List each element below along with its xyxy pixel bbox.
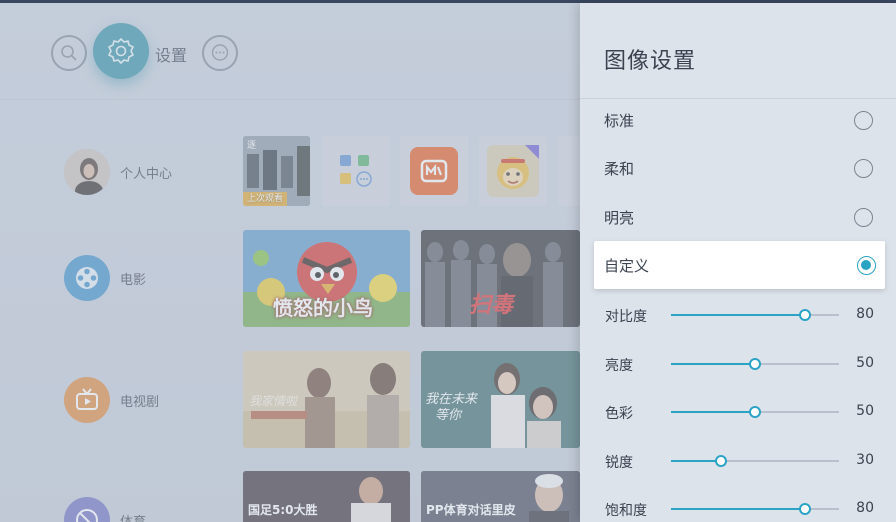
slider-fill bbox=[671, 411, 755, 413]
slider-label: 对比度 bbox=[605, 309, 647, 325]
slider-fill bbox=[671, 363, 755, 365]
slider-fill bbox=[671, 460, 722, 462]
picture-settings-panel: 图像设置 标准 柔和 明亮 自定义 对比度 80 亮度 50 色彩 50 锐度 … bbox=[580, 3, 896, 522]
mode-option-label: 标准 bbox=[604, 111, 635, 130]
dim-overlay bbox=[0, 3, 580, 522]
slider-value: 50 bbox=[856, 355, 874, 371]
slider-knob[interactable] bbox=[715, 455, 728, 467]
slider-value: 80 bbox=[856, 306, 874, 322]
slider-track[interactable] bbox=[671, 406, 839, 418]
radio-button[interactable] bbox=[854, 207, 873, 227]
radio-button[interactable] bbox=[854, 158, 873, 178]
mode-option-label: 柔和 bbox=[604, 159, 635, 178]
slider-knob[interactable] bbox=[799, 309, 812, 321]
slider-value: 80 bbox=[856, 500, 874, 516]
mode-option-soft[interactable]: 柔和 bbox=[580, 144, 896, 192]
slider-knob[interactable] bbox=[799, 503, 812, 515]
panel-title: 图像设置 bbox=[604, 49, 697, 74]
slider-value: 30 bbox=[856, 452, 874, 468]
slider-saturation: 饱和度 80 bbox=[580, 489, 896, 522]
slider-knob[interactable] bbox=[749, 406, 761, 418]
radio-button-selected[interactable] bbox=[857, 255, 876, 275]
launcher-background: 设置 个人中心 电影 电视剧 体育 逐 上次观看 愤怒的小鸟 扫毒 我家情啦 我… bbox=[0, 3, 580, 522]
slider-sharpness: 锐度 30 bbox=[580, 441, 896, 481]
mode-option-label: 自定义 bbox=[604, 256, 650, 275]
slider-label: 色彩 bbox=[605, 406, 633, 422]
slider-track[interactable] bbox=[671, 358, 839, 370]
mode-option-custom[interactable]: 自定义 bbox=[594, 241, 885, 289]
slider-fill bbox=[671, 508, 806, 510]
slider-color: 色彩 50 bbox=[580, 392, 896, 432]
slider-label: 饱和度 bbox=[605, 503, 647, 519]
mode-option-bright[interactable]: 明亮 bbox=[580, 193, 896, 241]
slider-track[interactable] bbox=[671, 309, 839, 321]
panel-header: 图像设置 bbox=[580, 3, 896, 99]
slider-value: 50 bbox=[856, 403, 874, 419]
mode-option-standard[interactable]: 标准 bbox=[580, 96, 896, 144]
slider-track[interactable] bbox=[671, 503, 839, 515]
slider-knob[interactable] bbox=[749, 358, 761, 370]
slider-contrast: 对比度 80 bbox=[580, 295, 896, 335]
slider-fill bbox=[671, 314, 806, 316]
slider-brightness: 亮度 50 bbox=[580, 344, 896, 384]
slider-label: 锐度 bbox=[605, 455, 633, 471]
slider-track[interactable] bbox=[671, 455, 839, 467]
radio-button[interactable] bbox=[854, 110, 873, 130]
slider-label: 亮度 bbox=[605, 358, 633, 374]
mode-option-label: 明亮 bbox=[604, 208, 635, 227]
